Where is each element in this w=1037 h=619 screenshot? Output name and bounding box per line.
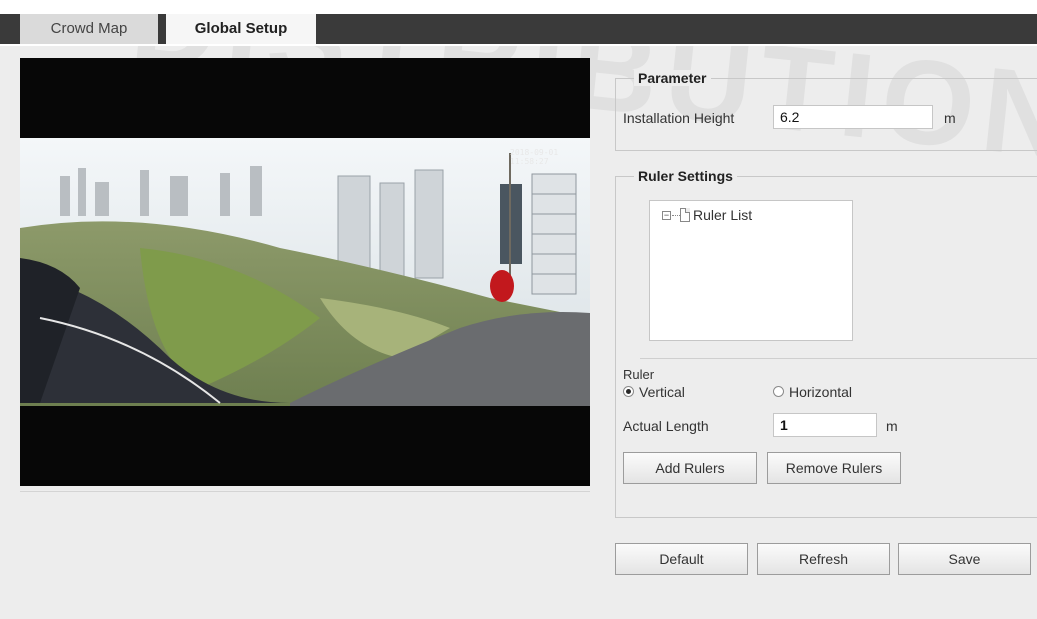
add-rulers-button[interactable]: Add Rulers (623, 452, 757, 484)
actual-length-input[interactable] (773, 413, 877, 437)
installation-height-input[interactable] (773, 105, 933, 129)
actual-length-unit: m (886, 418, 898, 434)
tab-bar: Crowd Map Global Setup (0, 0, 1037, 46)
tree-connector (672, 214, 680, 216)
ruler-settings-legend: Ruler Settings (634, 168, 737, 184)
default-button[interactable]: Default (615, 543, 748, 575)
video-preview[interactable]: 2018-09-01 11:58:27 (20, 58, 590, 486)
video-osd-timestamp: 2018-09-01 11:58:27 (510, 148, 559, 166)
camera-scene-image (20, 58, 590, 486)
tab-global-setup[interactable]: Global Setup (158, 14, 316, 44)
divider (20, 491, 590, 492)
collapse-toggle-icon[interactable]: − (662, 210, 671, 220)
save-button[interactable]: Save (898, 543, 1031, 575)
actual-length-label: Actual Length (623, 418, 709, 434)
installation-height-label: Installation Height (623, 110, 735, 126)
parameter-legend: Parameter (634, 70, 711, 86)
radio-horizontal[interactable] (773, 386, 784, 397)
ruler-label: Ruler (623, 367, 655, 382)
tree-root-label: Ruler List (693, 207, 753, 223)
installation-height-unit: m (944, 110, 956, 126)
radio-vertical[interactable] (623, 386, 634, 397)
ruler-list-tree[interactable]: − Ruler List (649, 200, 853, 341)
document-icon (680, 208, 690, 222)
radio-horizontal-label[interactable]: Horizontal (789, 384, 852, 400)
tab-crowd-map[interactable]: Crowd Map (20, 14, 158, 44)
divider (640, 358, 1037, 359)
tree-root-node[interactable]: − Ruler List (662, 207, 752, 223)
radio-vertical-label[interactable]: Vertical (639, 384, 685, 400)
remove-rulers-button[interactable]: Remove Rulers (767, 452, 901, 484)
refresh-button[interactable]: Refresh (757, 543, 890, 575)
